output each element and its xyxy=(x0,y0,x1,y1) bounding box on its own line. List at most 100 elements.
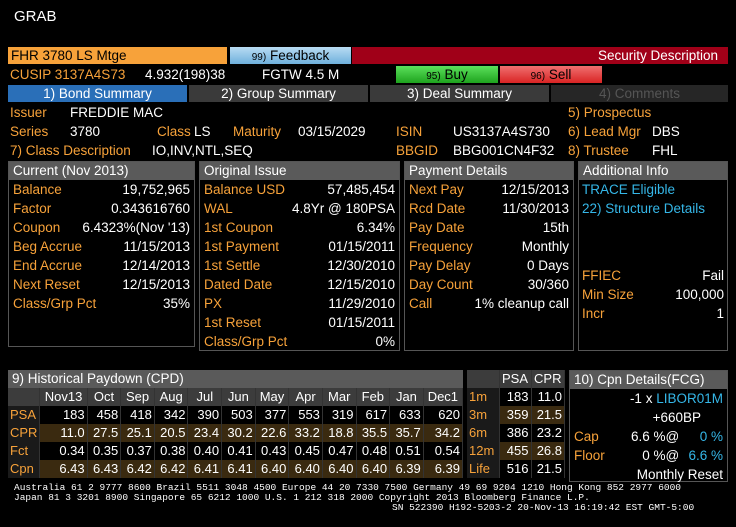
trustee-value: FHL xyxy=(652,143,678,158)
floor-label: Floor xyxy=(574,448,605,463)
paydown-row-label: Fct xyxy=(8,442,41,460)
paydown-panel: 9) Historical Paydown (CPD) Nov13 Oct Sep A… xyxy=(8,370,464,478)
sell-button[interactable]: 96) Sell xyxy=(500,66,602,83)
speed-cell: 21.5 xyxy=(531,460,565,478)
trustee-link[interactable]: 8) Trustee xyxy=(568,143,629,158)
paydown-cell: 0.34 xyxy=(39,442,88,460)
cap-label: Cap xyxy=(574,429,599,444)
paydown-cell: 6.40 xyxy=(255,460,290,478)
paydown-cell: 617 xyxy=(356,406,391,424)
paydown-cell: 27.5 xyxy=(87,424,122,442)
paydown-cell: 319 xyxy=(322,406,357,424)
field-row: Factor 0.343616760 xyxy=(13,199,190,218)
field-label: Dated Date xyxy=(204,277,273,292)
field-row: Rcd Date 11/30/2013 xyxy=(409,199,569,218)
speed-row-label: Life xyxy=(467,460,500,478)
paydown-cell: 503 xyxy=(221,406,256,424)
paydown-cell: 553 xyxy=(288,406,323,424)
month-header: May xyxy=(255,388,290,406)
field-label: Min Size xyxy=(582,287,634,302)
field-value: 0.343616760 xyxy=(111,201,190,216)
field-value: 11/29/2010 xyxy=(328,296,395,311)
ticker-field[interactable]: FHR 3780 LS Mtge xyxy=(8,47,227,64)
paydown-row: PSA 183 458 418 342 390 503 377 553 319 617 633 620 xyxy=(8,406,464,424)
field-label: Factor xyxy=(13,201,52,216)
field-row: 1st Payment 01/15/2011 xyxy=(204,237,395,256)
paydown-cell: 0.37 xyxy=(120,442,155,460)
field-value: 12/14/2013 xyxy=(122,258,190,273)
additional-panel: Additional Info TRACE Eligible 22) Struc… xyxy=(578,161,728,351)
month-header: Oct xyxy=(87,388,122,406)
structure-details-link[interactable]: 22) Structure Details xyxy=(582,199,724,218)
cpn-formula-prefix: -1 x xyxy=(629,391,653,406)
field-row: Class/Grp Pct 0% xyxy=(204,332,395,351)
paydown-cell: 11.0 xyxy=(39,424,88,442)
maturity-value: 03/15/2029 xyxy=(298,124,366,139)
month-header: Dec1 xyxy=(423,388,464,406)
isin-value: US3137A4S730 xyxy=(453,124,550,139)
field-label: Call xyxy=(409,296,433,311)
floor-at: 6.6 % xyxy=(688,448,723,463)
buy-button[interactable]: 95) Buy xyxy=(396,66,498,83)
class-description-link[interactable]: 7) Class Description xyxy=(10,143,131,158)
bbgid-value: BBG001CN4F32 xyxy=(453,143,555,158)
tab-comments[interactable]: 4) Comments xyxy=(551,85,728,102)
field-label: Frequency xyxy=(409,239,473,254)
paydown-cell: 0.38 xyxy=(154,442,189,460)
paydown-title[interactable]: 9) Historical Paydown (CPD) xyxy=(8,370,463,388)
speeds-table: PSA CPR 1m 183 11.0 3m 359 21.5 6m 386 23.2 12m 455 2… xyxy=(467,370,565,478)
field-row: 1st Reset 01/15/2011 xyxy=(204,313,395,332)
tab-group-summary[interactable]: 2) Group Summary xyxy=(189,85,368,102)
month-header: Jan xyxy=(389,388,424,406)
trace-eligible-link[interactable]: TRACE Eligible xyxy=(582,180,724,199)
field-row: Pay Delay 0 Days xyxy=(409,256,569,275)
tab-label: 2) Group Summary xyxy=(221,86,336,101)
feedback-num: 99) xyxy=(251,52,267,63)
paydown-cell: 34.2 xyxy=(423,424,464,442)
paydown-cell: 6.40 xyxy=(356,460,391,478)
field-value: 12/15/2010 xyxy=(327,277,395,292)
paydown-row: Fct 0.34 0.35 0.37 0.38 0.40 0.41 0.43 0.45 0.47 0… xyxy=(8,442,464,460)
coupon-info: 4.932(198)38 xyxy=(145,67,226,82)
field-value: 1 xyxy=(716,306,724,321)
field-label: FFIEC xyxy=(582,268,621,283)
field-value: 35% xyxy=(162,296,190,311)
cpn-spread: +660BP xyxy=(652,410,701,425)
feedback-label: Feedback xyxy=(269,48,330,63)
prospectus-link[interactable]: 5) Prospectus xyxy=(568,105,651,120)
fgtw-info: FGTW 4.5 M xyxy=(262,67,340,82)
paydown-cell: 6.42 xyxy=(154,460,189,478)
issuer-value: FREDDIE MAC xyxy=(70,105,164,120)
lead-mgr-link[interactable]: 6) Lead Mgr xyxy=(568,124,641,139)
corner-cell xyxy=(467,370,500,388)
sell-label: Sell xyxy=(548,67,572,82)
month-header: Nov13 xyxy=(39,388,88,406)
series-value: 3780 xyxy=(70,124,101,139)
paydown-cell: 6.41 xyxy=(187,460,223,478)
speed-cell: 359 xyxy=(499,406,532,424)
speed-header: PSA xyxy=(499,370,532,388)
tab-deal-summary[interactable]: 3) Deal Summary xyxy=(370,85,549,102)
paydown-cell: 6.43 xyxy=(87,460,122,478)
paydown-cell: 6.40 xyxy=(288,460,323,478)
paydown-cell: 418 xyxy=(120,406,155,424)
cpn-title[interactable]: 10) Cpn Details(FCG) xyxy=(570,371,727,389)
field-row: Day Count 30/360 xyxy=(409,275,569,294)
tab-label: 4) Comments xyxy=(598,86,681,101)
feedback-button[interactable]: 99) Feedback xyxy=(230,47,351,64)
footer-line-3: SN 522390 H192-5203-2 20-Nov-13 16:19:42… xyxy=(392,502,695,513)
paydown-cell: 6.40 xyxy=(322,460,357,478)
tab-bond-summary[interactable]: 1) Bond Summary xyxy=(8,85,187,102)
libor-index-link[interactable]: LIBOR01M xyxy=(656,391,723,406)
field-value: Fail xyxy=(702,268,724,283)
field-label: 1st Payment xyxy=(204,239,280,254)
original-panel: Original Issue Balance USD 57,485,454 WAL 4… xyxy=(199,161,400,351)
field-row: End Accrue 12/14/2013 xyxy=(13,256,190,275)
field-row: Class/Grp Pct 35% xyxy=(13,294,190,313)
field-row: Pay Date 15th xyxy=(409,218,569,237)
speed-cell: 21.5 xyxy=(531,406,565,424)
field-row: WAL 4.8Yr @ 180PSA xyxy=(204,199,395,218)
paydown-cell: 25.1 xyxy=(120,424,155,442)
field-label: Class/Grp Pct xyxy=(13,296,97,311)
month-header: Feb xyxy=(356,388,391,406)
